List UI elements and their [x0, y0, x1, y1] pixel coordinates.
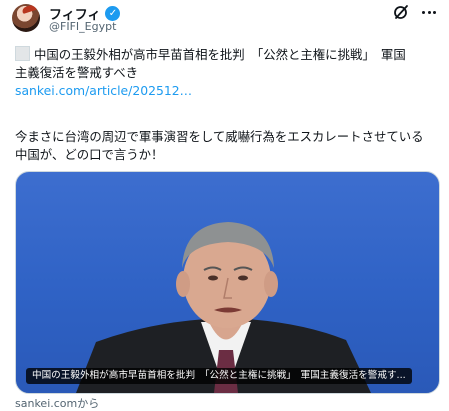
tweet-line-4: 中国が、どの口で言うか！ — [15, 147, 164, 162]
card-photo — [76, 222, 371, 393]
tweet-line-3: 今まさに台湾の周辺で軍事演習をして威嚇行為をエスカレートさせている — [15, 129, 424, 144]
link-card-media[interactable]: 中国の王毅外相が高市早苗首相を批判 「公然と主権に挑戦」 軍国主義復活を警戒す.… — [15, 171, 440, 394]
card-source[interactable]: sankei.comから — [15, 395, 99, 411]
tweet-line-1: 中国の王毅外相が高市早苗首相を批判 「公然と主権に挑戦」 軍国 — [15, 46, 440, 64]
article-square-icon — [15, 46, 30, 61]
tweet-line-2: 主義復活を警戒すべき — [15, 65, 139, 80]
tweet-line-1-text: 中国の王毅外相が高市早苗首相を批判 「公然と主権に挑戦」 軍国 — [34, 47, 406, 62]
card-caption: 中国の王毅外相が高市早苗首相を批判 「公然と主権に挑戦」 軍国主義復活を警戒す.… — [26, 368, 412, 384]
grok-icon[interactable] — [393, 4, 409, 20]
tweet-link[interactable]: sankei.com/article/202512… — [15, 82, 440, 100]
tweet-text-block-2: 今まさに台湾の周辺で軍事演習をして威嚇行為をエスカレートさせている 中国が、どの… — [15, 128, 440, 164]
tweet-text-block-1: 中国の王毅外相が高市早苗首相を批判 「公然と主権に挑戦」 軍国 主義復活を警戒す… — [15, 46, 440, 100]
more-options-icon[interactable] — [420, 4, 438, 20]
avatar[interactable] — [12, 4, 40, 32]
verified-badge-icon[interactable]: ✓ — [105, 5, 121, 21]
author-handle[interactable]: @FIFI_Egypt — [49, 20, 116, 33]
avatar-hat — [21, 4, 37, 15]
